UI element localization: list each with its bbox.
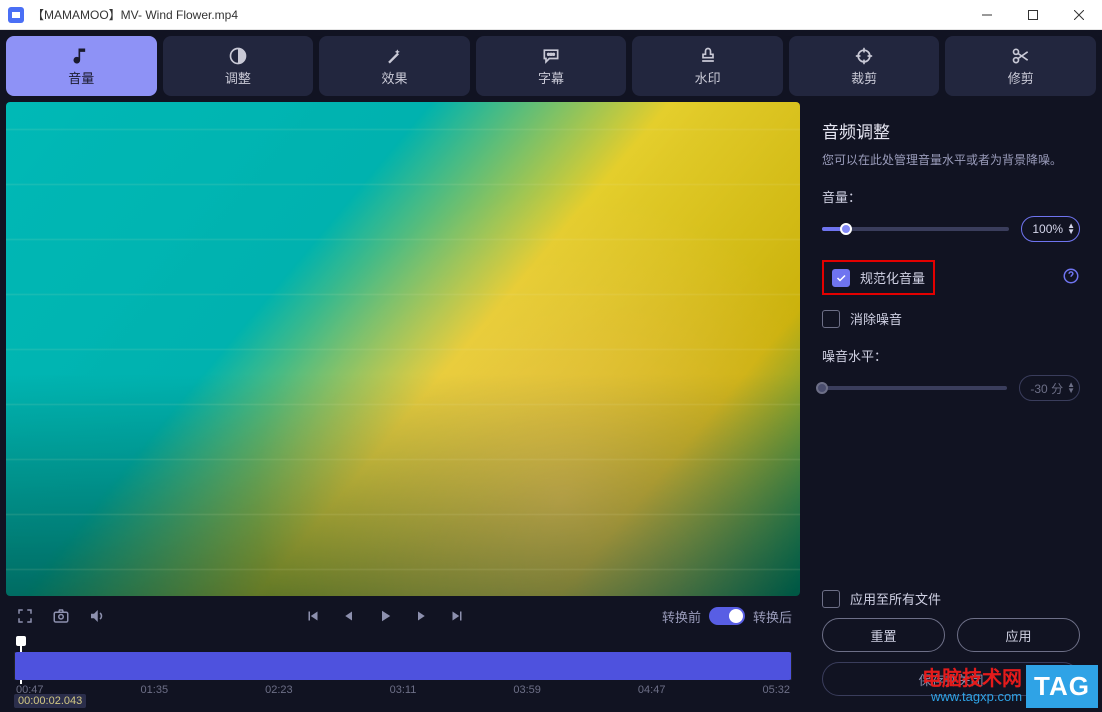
audio-adjust-panel: 音频调整 您可以在此处管理音量水平或者为背景降噪。 音量： 100% ▲▼ — [806, 102, 1096, 706]
chevron-updown-icon: ▲▼ — [1067, 382, 1075, 394]
timeline-ticks: 00:00:02.043 00:47 01:35 02:23 03:11 03:… — [14, 684, 792, 696]
window-maximize-button[interactable] — [1010, 0, 1056, 30]
denoise-checkbox[interactable] — [822, 310, 840, 328]
play-icon[interactable] — [374, 605, 396, 627]
page-watermark: 电脑技术网 www.tagxp.com TAG — [922, 665, 1098, 708]
timeline-track[interactable] — [14, 652, 792, 680]
skip-start-icon[interactable] — [302, 605, 324, 627]
volume-value-spinbox[interactable]: 100% ▲▼ — [1021, 216, 1080, 242]
tab-volume[interactable]: 音量 — [6, 36, 157, 96]
next-frame-icon[interactable] — [410, 605, 432, 627]
speech-bubble-icon — [541, 46, 561, 66]
tab-label: 裁剪 — [851, 68, 877, 87]
tab-label: 音量 — [68, 68, 94, 87]
tab-trim[interactable]: 修剪 — [945, 36, 1096, 96]
chevron-updown-icon[interactable]: ▲▼ — [1067, 223, 1075, 235]
panel-title: 音频调整 — [822, 118, 1080, 143]
tab-label: 效果 — [381, 68, 407, 87]
before-label: 转换前 — [662, 607, 701, 626]
noise-level-spinbox: -30 分 ▲▼ — [1019, 375, 1080, 401]
contrast-icon — [228, 46, 248, 66]
preview-toggle[interactable] — [709, 607, 745, 625]
tool-tabs: 音量 调整 效果 字幕 水印 裁剪 修剪 — [0, 30, 1102, 96]
window-minimize-button[interactable] — [964, 0, 1010, 30]
window-title: 【MAMAMOO】MV- Wind Flower.mp4 — [32, 6, 964, 23]
snapshot-icon[interactable] — [50, 605, 72, 627]
tab-label: 调整 — [225, 68, 251, 87]
normalize-checkbox[interactable] — [832, 269, 850, 287]
noise-level-slider[interactable] — [822, 386, 1007, 390]
tab-crop[interactable]: 裁剪 — [789, 36, 940, 96]
wand-icon — [384, 46, 404, 66]
app-icon — [8, 7, 24, 23]
tab-adjust[interactable]: 调整 — [163, 36, 314, 96]
apply-all-checkbox[interactable] — [822, 590, 840, 608]
volume-label: 音量： — [822, 187, 1080, 206]
video-preview[interactable] — [6, 102, 800, 596]
tab-label: 字幕 — [538, 68, 564, 87]
normalize-label: 规范化音量 — [860, 268, 925, 287]
current-timecode: 00:00:02.043 — [14, 694, 86, 708]
crop-icon — [854, 46, 874, 66]
music-note-icon — [71, 46, 91, 66]
window-close-button[interactable] — [1056, 0, 1102, 30]
apply-button[interactable]: 应用 — [957, 618, 1080, 652]
playhead[interactable] — [16, 636, 26, 646]
tab-subtitle[interactable]: 字幕 — [476, 36, 627, 96]
tab-label: 修剪 — [1008, 68, 1034, 87]
volume-slider[interactable] — [822, 227, 1009, 231]
stamp-icon — [698, 46, 718, 66]
panel-desc: 您可以在此处管理音量水平或者为背景降噪。 — [822, 151, 1080, 169]
help-icon[interactable] — [1062, 267, 1080, 288]
fullscreen-icon[interactable] — [14, 605, 36, 627]
tab-label: 水印 — [695, 68, 721, 87]
audio-icon[interactable] — [86, 605, 108, 627]
skip-end-icon[interactable] — [446, 605, 468, 627]
prev-frame-icon[interactable] — [338, 605, 360, 627]
apply-all-label: 应用至所有文件 — [850, 589, 941, 608]
after-label: 转换后 — [753, 607, 792, 626]
tab-watermark[interactable]: 水印 — [632, 36, 783, 96]
denoise-label: 消除噪音 — [850, 309, 902, 328]
normalize-highlight: 规范化音量 — [822, 260, 935, 295]
noise-level-label: 噪音水平： — [822, 346, 1080, 365]
timeline[interactable]: 00:00:02.043 00:47 01:35 02:23 03:11 03:… — [6, 636, 800, 706]
reset-button[interactable]: 重置 — [822, 618, 945, 652]
tab-effect[interactable]: 效果 — [319, 36, 470, 96]
scissors-icon — [1011, 46, 1031, 66]
